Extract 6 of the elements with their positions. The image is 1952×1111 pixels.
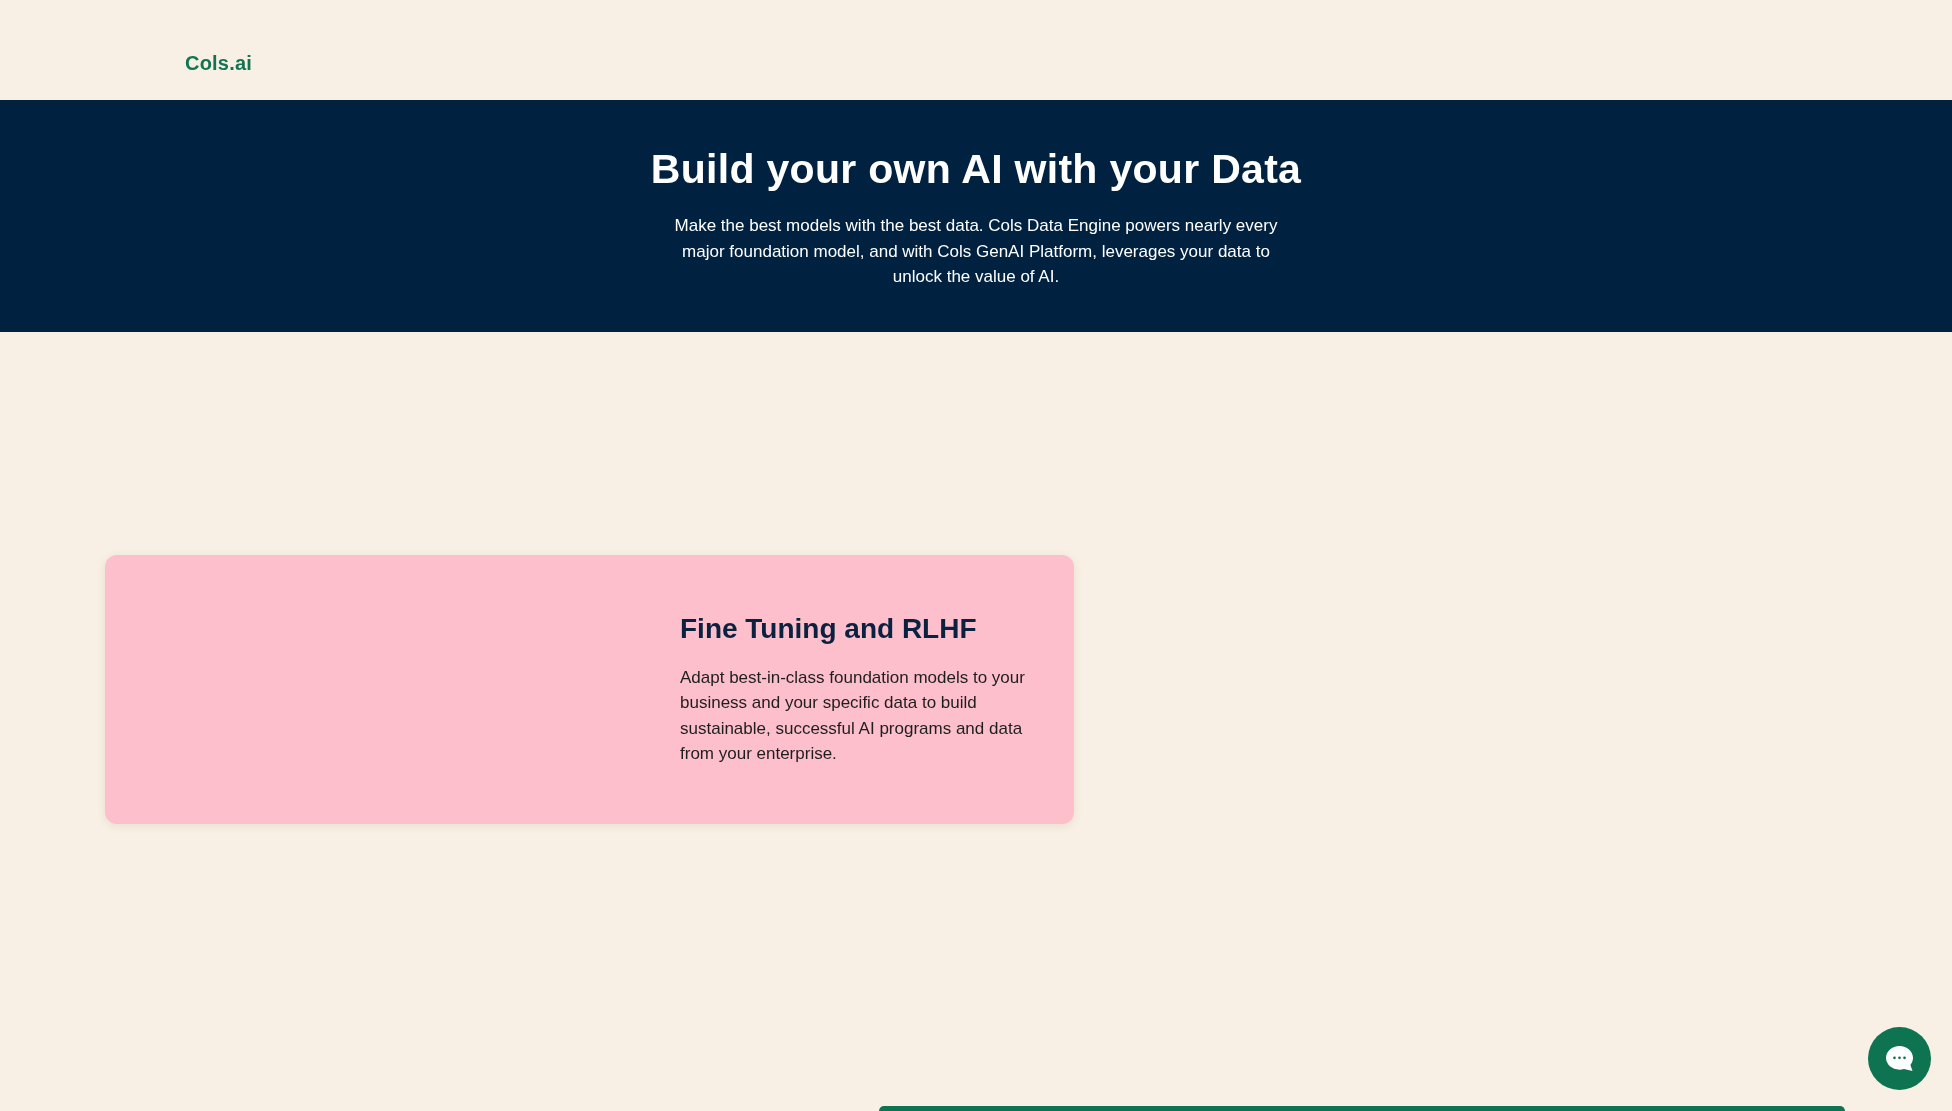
card-description: Adapt best-in-class foundation models to your business and your specific data to build sustainable, successful AI programs and data from your enterprise. [680,666,1026,766]
logo-link[interactable]: Cols.ai [185,51,252,75]
hero-description: Make the best models with the best data. Cols Data Engine powers nearly every major foundation model, and with Cols GenAI Platform, leverages your data to unlock the value of AI. [673,215,1279,289]
chat-bubble-icon [1885,1045,1914,1072]
card-title: Fine Tuning and RLHF [680,612,978,646]
hero-title: Build your own AI with your Data [650,145,1302,194]
